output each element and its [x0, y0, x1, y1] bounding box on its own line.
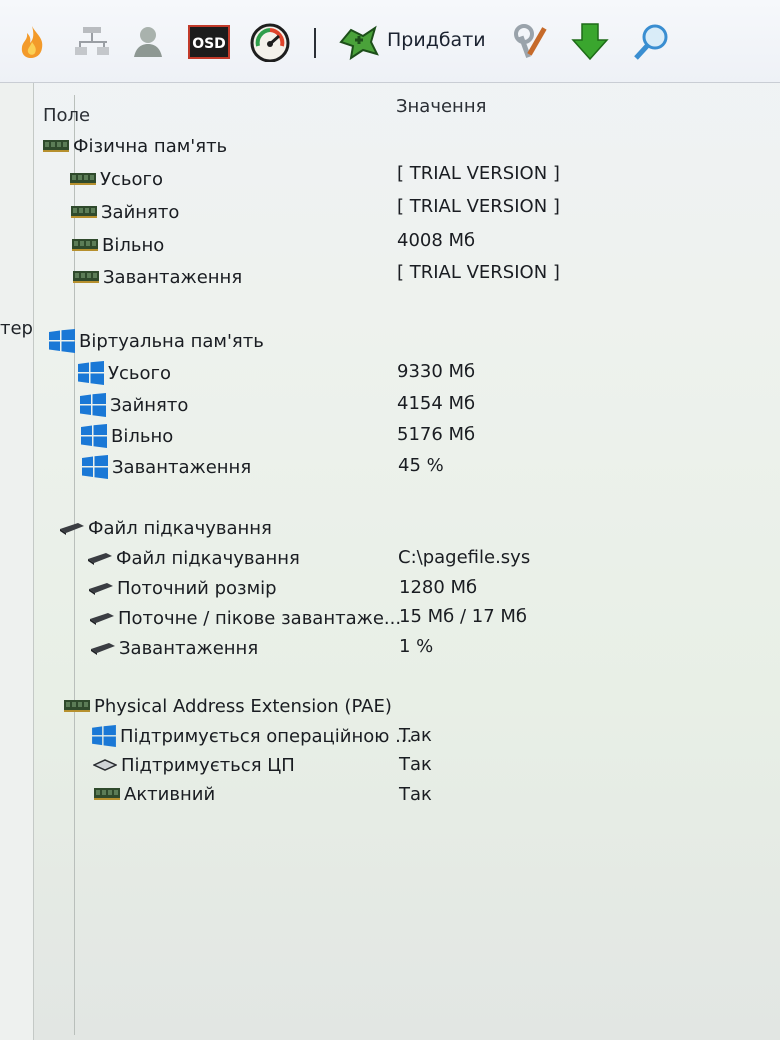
list-item[interactable]: Поточний розмір: [89, 575, 277, 601]
ram-icon: [71, 205, 97, 219]
field-value: 4154 Мб: [397, 393, 476, 414]
windows-icon: [80, 393, 106, 417]
list-item[interactable]: Зайнято: [71, 199, 179, 225]
gauge-icon[interactable]: [248, 22, 292, 62]
windows-icon: [81, 424, 107, 448]
windows-icon: [78, 361, 104, 385]
section-title: Physical Address Extension (PAE): [94, 695, 392, 717]
list-item[interactable]: Активний: [94, 781, 215, 807]
list-item[interactable]: Підтримується операційною ...: [92, 723, 412, 749]
field-label: Поточний розмір: [117, 577, 277, 599]
windows-icon: [92, 725, 116, 747]
column-header-field[interactable]: Поле: [43, 105, 90, 126]
list-item[interactable]: Поточне / пікове завантаже...: [90, 605, 401, 631]
field-value: [ TRIAL VERSION ]: [397, 262, 560, 283]
list-item[interactable]: Підтримується ЦП: [93, 752, 295, 778]
list-item[interactable]: Завантаження: [82, 454, 251, 480]
device-tree-panel: [0, 83, 34, 1040]
search-icon[interactable]: [630, 22, 674, 62]
field-value: [ TRIAL VERSION ]: [397, 163, 560, 184]
field-value: 15 Мб / 17 Мб: [399, 606, 528, 627]
section-virtual-memory[interactable]: Віртуальна пам'ять: [49, 328, 264, 354]
list-item[interactable]: Завантаження: [73, 264, 242, 290]
toolbar-separator: [314, 28, 316, 58]
field-label: Активний: [124, 783, 216, 805]
drive-icon: [90, 611, 114, 625]
field-label: Поточне / пікове завантаже...: [118, 607, 402, 629]
list-item[interactable]: Зайнято: [80, 392, 188, 418]
field-label: Зайнято: [110, 394, 189, 416]
drive-icon: [89, 581, 113, 595]
cpu-icon: [93, 758, 117, 772]
field-label: Усього: [108, 362, 171, 384]
column-header-value[interactable]: Значення: [396, 96, 486, 117]
list-item[interactable]: Завантаження: [91, 635, 258, 661]
field-value: Так: [399, 784, 432, 805]
download-icon[interactable]: [568, 22, 612, 62]
field-value: 5176 Мб: [397, 424, 476, 445]
screen: OSD Придбати тер Поле Значення Фізична п…: [0, 0, 780, 1040]
field-value: 45 %: [398, 455, 444, 476]
tools-icon[interactable]: [508, 22, 552, 62]
add-icon[interactable]: [336, 22, 382, 62]
field-label: Вільно: [102, 234, 165, 256]
field-value: 4008 Мб: [397, 230, 476, 251]
section-title: Фізична пам'ять: [73, 135, 228, 157]
osd-label: OSD: [192, 36, 226, 52]
drive-icon: [88, 551, 112, 565]
field-label: Завантаження: [119, 637, 259, 659]
osd-icon[interactable]: OSD: [188, 22, 230, 62]
field-value: 1280 Мб: [399, 577, 478, 598]
field-value: Так: [399, 725, 432, 746]
ram-icon: [70, 172, 96, 186]
field-label: Завантаження: [103, 266, 243, 288]
network-icon[interactable]: [72, 22, 114, 62]
field-label: Підтримується ЦП: [121, 754, 295, 776]
list-item[interactable]: Вільно: [72, 232, 164, 258]
field-value: 9330 Мб: [397, 361, 476, 382]
drive-icon: [60, 521, 84, 535]
section-pae[interactable]: Physical Address Extension (PAE): [64, 693, 392, 719]
add-button-label[interactable]: Придбати: [387, 29, 486, 51]
field-label: Зайнято: [101, 201, 180, 223]
list-item[interactable]: Усього: [70, 166, 163, 192]
list-item[interactable]: Вільно: [81, 423, 173, 449]
field-label: Усього: [100, 168, 163, 190]
section-title: Файл підкачування: [88, 517, 272, 539]
field-label: Файл підкачування: [116, 547, 300, 569]
drive-icon: [91, 641, 115, 655]
ram-icon: [94, 787, 120, 801]
section-title: Віртуальна пам'ять: [79, 330, 264, 352]
field-value: C:\pagefile.sys: [398, 547, 531, 568]
ram-icon: [72, 238, 98, 252]
field-value: [ TRIAL VERSION ]: [397, 196, 560, 217]
list-item[interactable]: Усього: [78, 360, 171, 386]
list-item[interactable]: Файл підкачування: [88, 545, 300, 571]
field-value: Так: [399, 754, 432, 775]
field-value: 1 %: [399, 636, 434, 657]
ram-icon: [73, 270, 99, 284]
field-label: Завантаження: [112, 456, 252, 478]
field-label: Підтримується операційною ...: [120, 725, 413, 747]
section-page-file[interactable]: Файл підкачування: [60, 515, 272, 541]
section-physical-memory[interactable]: Фізична пам'ять: [43, 133, 227, 159]
windows-icon: [49, 329, 75, 353]
windows-icon: [82, 455, 108, 479]
ram-icon: [64, 699, 90, 713]
flame-icon[interactable]: [14, 22, 50, 62]
ram-icon: [43, 139, 69, 153]
toolbar: OSD Придбати: [0, 0, 780, 83]
field-label: Вільно: [111, 425, 174, 447]
user-icon[interactable]: [128, 22, 168, 62]
device-tree-item-label[interactable]: тер: [0, 318, 33, 339]
